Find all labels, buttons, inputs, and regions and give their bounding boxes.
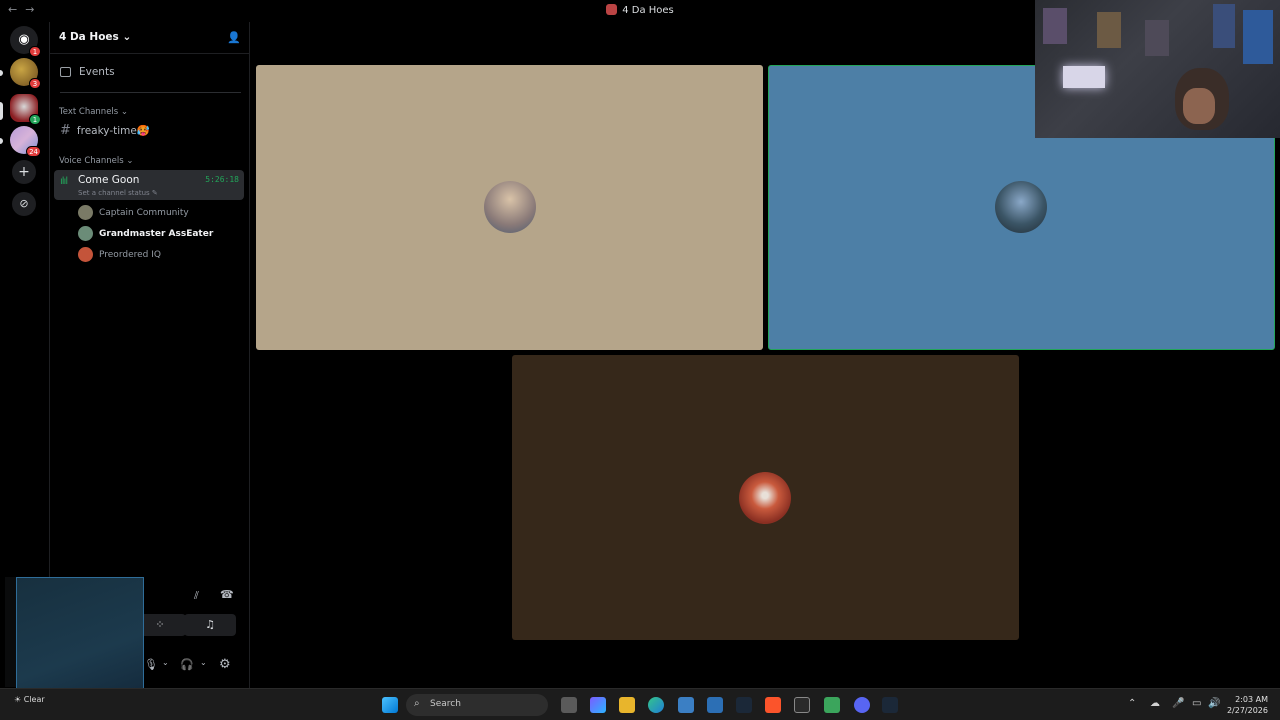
copilot-icon[interactable] (590, 697, 606, 713)
unread-pip (0, 70, 3, 76)
home-badge: 1 (29, 46, 41, 57)
server-icon-1[interactable]: 3 (10, 58, 41, 89)
calendar-icon (60, 67, 71, 77)
microphone-icon[interactable]: 🎤 (1172, 698, 1184, 709)
user-name: Grandmaster AssEater (99, 228, 214, 239)
cloud-icon[interactable]: ☁ (1150, 698, 1160, 709)
tile-preordered-iq[interactable] (512, 355, 1019, 640)
mail-icon[interactable] (707, 697, 723, 713)
weather-widget[interactable]: ☀ Clear (14, 695, 45, 704)
discord-home-icon[interactable]: ◉ 1 (10, 26, 41, 57)
avatar (484, 181, 536, 233)
category-label: Text Channels (59, 107, 119, 117)
invite-people-icon[interactable]: 👤 (227, 31, 241, 44)
server-icon-2[interactable]: 1 (10, 94, 41, 125)
chevron-up-icon[interactable]: ⌃ (1128, 698, 1136, 709)
poster (1043, 8, 1067, 44)
poster (1097, 12, 1121, 48)
weather-label: Clear (23, 695, 45, 704)
voice-timer: 5:26:18 (205, 175, 239, 184)
voice-channels-category[interactable]: Voice Channels ⌄ (59, 156, 133, 166)
channel-emoji: 🥵 (136, 125, 150, 137)
divider (60, 92, 241, 93)
server-icon-3[interactable]: 24 (10, 126, 41, 157)
search-placeholder: Search (430, 699, 461, 709)
avatar (995, 181, 1047, 233)
events-label: Events (79, 66, 115, 78)
server-icon (606, 4, 618, 15)
channel-freaky-time[interactable]: # freaky-time🥵 (60, 123, 150, 138)
discover-icon[interactable]: ⊘ (12, 192, 36, 216)
start-icon[interactable] (382, 697, 398, 713)
soundboard-button[interactable]: ♫ (184, 614, 236, 636)
chevron-down-icon[interactable]: ⌄ (162, 658, 169, 667)
category-label: Voice Channels (59, 156, 124, 166)
gear-icon[interactable]: ⚙ (219, 657, 231, 672)
selected-pip (0, 102, 3, 120)
search-box[interactable]: ⌕ Search (406, 694, 548, 716)
steam-icon[interactable] (882, 697, 898, 713)
hash-icon: # (60, 123, 71, 138)
add-server-icon[interactable]: + (12, 160, 36, 184)
app-icon[interactable] (824, 697, 840, 713)
channel-label: freaky-time (76, 125, 137, 137)
chevron-down-icon[interactable]: ⌄ (200, 658, 207, 667)
file-explorer-icon[interactable] (619, 697, 635, 713)
search-icon: ⌕ (414, 698, 420, 709)
epic-games-icon[interactable] (794, 697, 810, 713)
poster (1213, 4, 1235, 48)
channel-status-text: Set a channel status (78, 189, 150, 197)
tile-captain-community[interactable] (256, 65, 763, 350)
noise-suppression-icon[interactable]: ⫽ (194, 589, 199, 603)
preview-shadow (5, 577, 16, 687)
unread-pip (0, 138, 3, 144)
window-light (1063, 66, 1105, 88)
discord-icon[interactable] (854, 697, 870, 713)
webcam-overlay[interactable] (1035, 0, 1280, 138)
avatar (739, 472, 791, 524)
text-channels-category[interactable]: Text Channels ⌄ (59, 107, 128, 117)
taskbar: ☀ Clear ⌕ Search ⌃ ☁ 🎤 ▭ 🔊 2:03 AM 2/27/… (0, 688, 1280, 720)
avatar (78, 226, 93, 241)
task-view-icon[interactable] (561, 697, 577, 713)
voice-user[interactable]: Preordered IQ (78, 247, 161, 262)
channel-status[interactable]: Set a channel status ✎ (78, 189, 158, 197)
clock[interactable]: 2:03 AM 2/27/2026 (1227, 694, 1268, 716)
server-badge: 1 (29, 114, 41, 125)
avatar (78, 205, 93, 220)
voice-active-icon: ılıl (60, 176, 68, 187)
server-badge: 3 (29, 78, 41, 89)
voice-user[interactable]: Grandmaster AssEater (78, 226, 213, 241)
events-item[interactable]: Events (60, 66, 115, 78)
user-name: Captain Community (99, 207, 189, 218)
avatar (78, 247, 93, 262)
edge-icon[interactable] (648, 697, 664, 713)
store-icon[interactable] (678, 697, 694, 713)
guild-name: 4 Da Hoes (59, 31, 119, 43)
server-badge: 24 (26, 146, 41, 157)
poster (1145, 20, 1169, 56)
user-name: Preordered IQ (99, 249, 161, 260)
network-icon[interactable]: ▭ (1192, 698, 1201, 709)
microphone-icon[interactable]: 🎙 (144, 658, 158, 671)
headphones-icon[interactable]: 🎧 (180, 658, 194, 671)
taskbar-hover-preview[interactable] (16, 577, 144, 704)
disconnect-icon[interactable]: ☎ (220, 588, 234, 601)
clock-date: 2/27/2026 (1226, 706, 1268, 715)
poster (1243, 10, 1273, 64)
voice-channel-name: Come Goon (78, 174, 140, 186)
window-title-text: 4 Da Hoes (622, 5, 674, 16)
person-face (1183, 88, 1215, 124)
steam-icon[interactable] (736, 697, 752, 713)
volume-icon[interactable]: 🔊 (1208, 698, 1220, 709)
clock-time: 2:03 AM (1235, 695, 1268, 704)
voice-channel-come-goon[interactable]: ılıl Come Goon Set a channel status ✎ 5:… (54, 170, 244, 200)
voice-user[interactable]: Captain Community (78, 205, 189, 220)
guild-header[interactable]: 4 Da Hoes ⌄ 👤 (50, 22, 249, 54)
brave-icon[interactable] (765, 697, 781, 713)
chevron-down-icon: ⌄ (122, 31, 132, 43)
